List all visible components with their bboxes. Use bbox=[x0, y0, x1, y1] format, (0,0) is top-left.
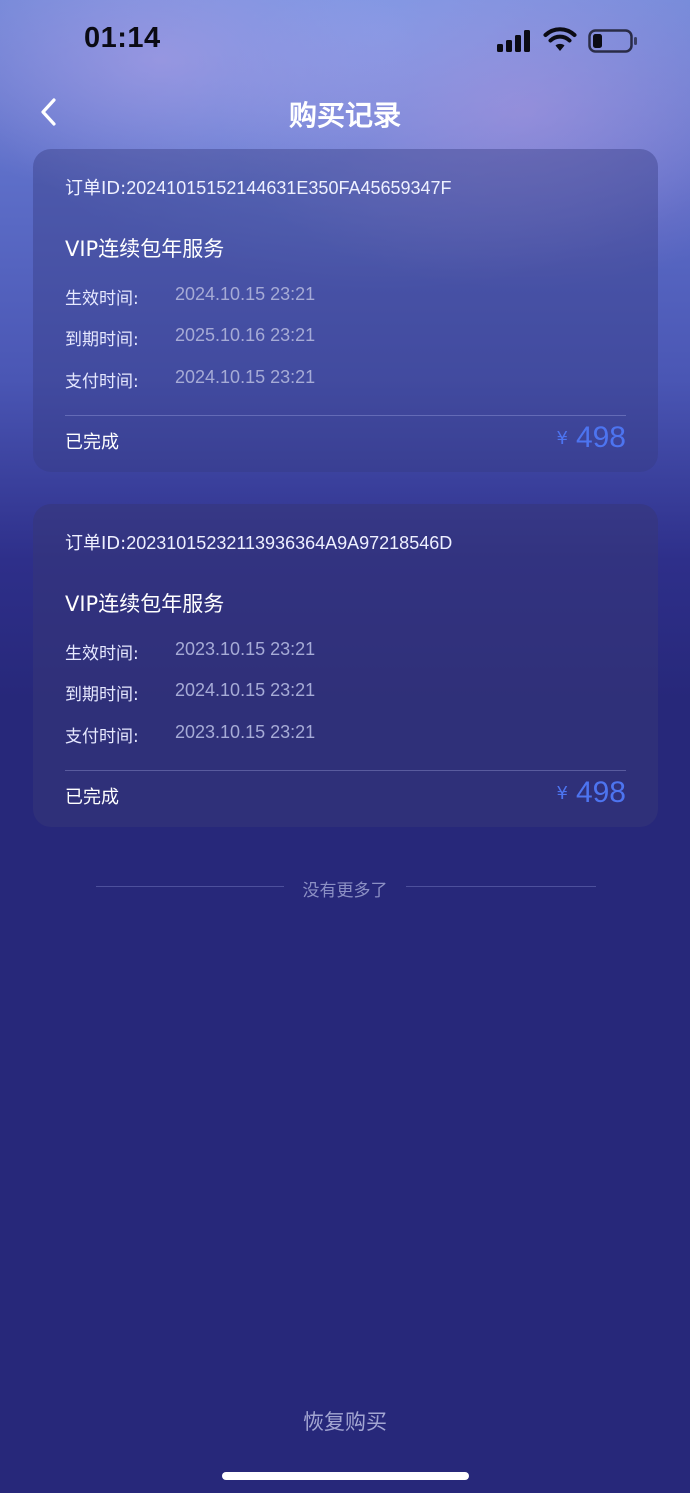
info-label: 到期时间: bbox=[65, 330, 139, 350]
card-divider bbox=[65, 415, 626, 416]
order-id-value: 20241015152144631E350FA45659347F bbox=[126, 178, 452, 198]
price-amount: 498 bbox=[575, 421, 626, 454]
list-end-text: 没有更多了 bbox=[302, 881, 388, 901]
info-label: 生效时间: bbox=[65, 644, 139, 664]
order-id-value: 20231015232113936364A9A97218546D bbox=[126, 533, 453, 553]
status-bar: 01:14 bbox=[0, 0, 690, 84]
currency-symbol: ¥ bbox=[556, 783, 568, 804]
card-divider bbox=[65, 770, 626, 771]
order-id: 订单ID:20231015232113936364A9A97218546D bbox=[65, 529, 452, 555]
price-amount: 498 bbox=[575, 776, 626, 809]
order-id-label: 订单ID: bbox=[65, 178, 127, 199]
info-label: 支付时间: bbox=[65, 372, 139, 392]
info-value: 2023.10.15 23:21 bbox=[175, 722, 316, 742]
end-divider-right bbox=[406, 886, 596, 887]
order-status: 已完成 bbox=[65, 432, 119, 453]
info-value: 2024.10.15 23:21 bbox=[175, 284, 316, 304]
order-card: 订单ID:20241015152144631E350FA45659347F VI… bbox=[33, 149, 658, 472]
restore-purchase-button[interactable]: 恢复购买 bbox=[245, 1406, 445, 1436]
home-indicator bbox=[222, 1472, 469, 1480]
cellular-signal-icon bbox=[497, 30, 533, 52]
order-status: 已完成 bbox=[65, 787, 119, 808]
order-price: ¥498 bbox=[556, 421, 626, 455]
info-label: 到期时间: bbox=[65, 685, 139, 705]
battery-icon bbox=[588, 29, 637, 53]
status-time: 01:14 bbox=[84, 22, 161, 54]
order-id-label: 订单ID: bbox=[65, 533, 127, 554]
page-title: 购买记录 bbox=[288, 99, 401, 132]
order-id: 订单ID:20241015152144631E350FA45659347F bbox=[65, 174, 452, 200]
currency-symbol: ¥ bbox=[556, 428, 568, 449]
order-price: ¥498 bbox=[556, 776, 626, 810]
product-name: VIP连续包年服务 bbox=[65, 237, 225, 261]
info-value: 2024.10.15 23:21 bbox=[175, 367, 316, 387]
nav-bar: 购买记录 bbox=[0, 84, 690, 140]
info-value: 2024.10.15 23:21 bbox=[175, 680, 316, 700]
info-label: 支付时间: bbox=[65, 727, 139, 747]
order-card: 订单ID:20231015232113936364A9A97218546D VI… bbox=[33, 504, 658, 827]
info-value: 2025.10.16 23:21 bbox=[175, 325, 316, 345]
info-value: 2023.10.15 23:21 bbox=[175, 639, 316, 659]
wifi-icon bbox=[543, 27, 577, 51]
product-name: VIP连续包年服务 bbox=[65, 592, 225, 616]
info-label: 生效时间: bbox=[65, 289, 139, 309]
